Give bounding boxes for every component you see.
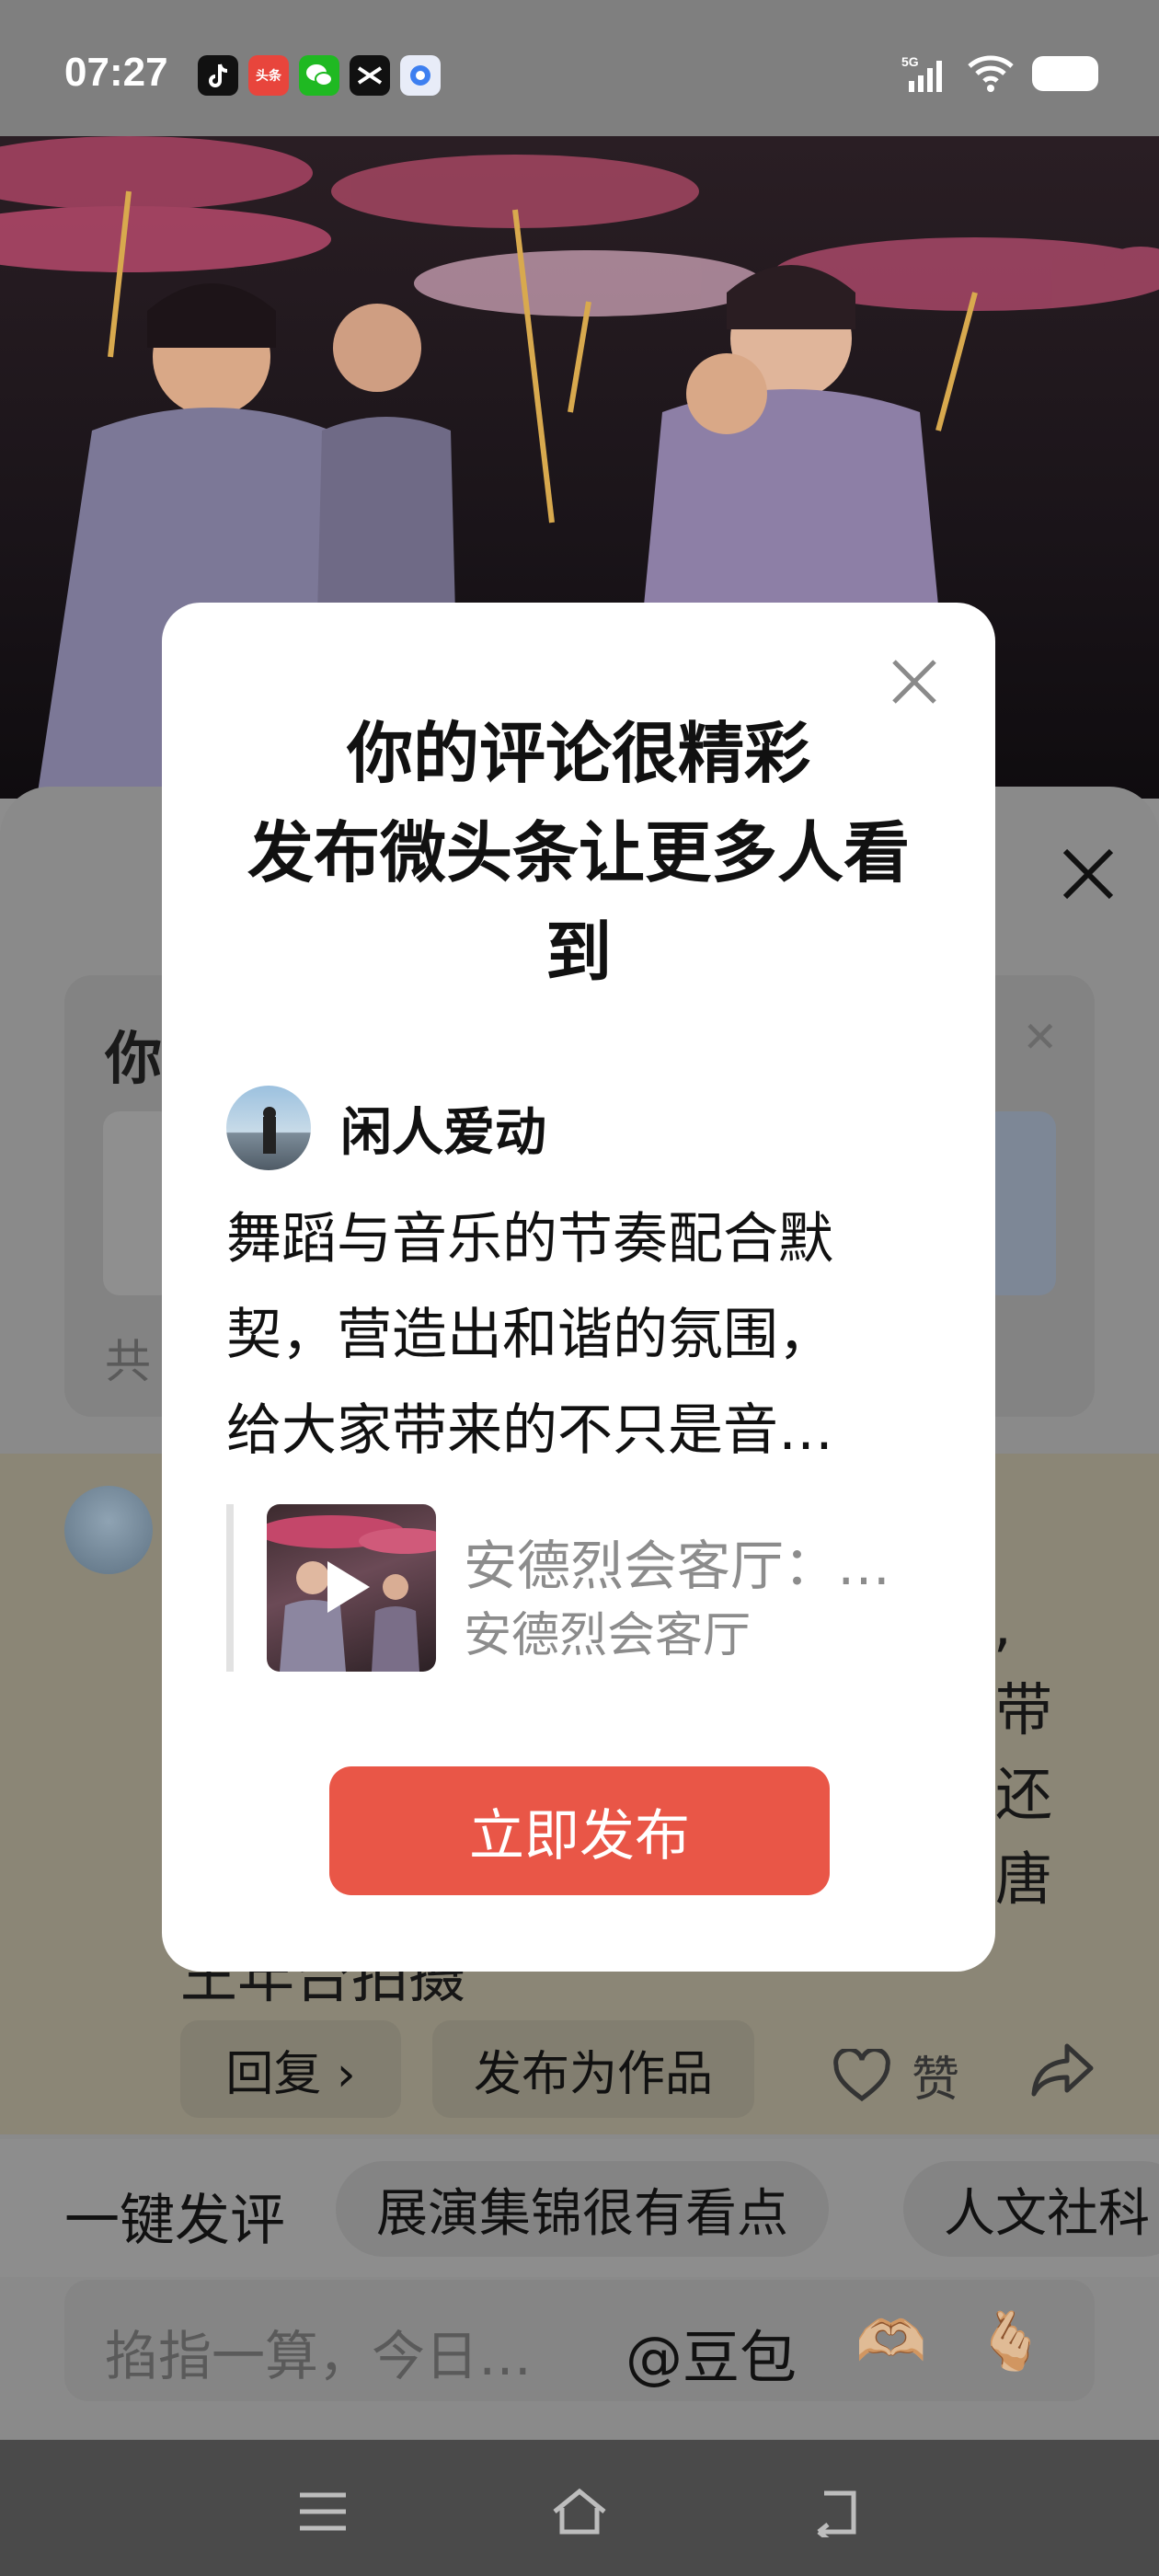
comment-fragment: 带 — [995, 1676, 1053, 1743]
referenced-video-author: 安德烈会客厅 — [464, 1608, 752, 1663]
battery-icon — [1032, 56, 1098, 91]
sheet-card-close-icon[interactable]: ✕ — [1022, 1012, 1058, 1062]
author-name: 闲人爱动 — [340, 1102, 546, 1163]
menu-icon[interactable] — [294, 2486, 351, 2537]
status-bar: 07:27 头条 5G — [0, 0, 1159, 136]
publish-now-button[interactable]: 立即发布 — [329, 1766, 830, 1895]
heart-icon — [833, 2048, 890, 2101]
publish-as-work-button[interactable]: 发布为作品 — [432, 2020, 754, 2118]
sheet-card-footer: 共 — [105, 1335, 151, 1388]
referenced-video-card[interactable]: 安德烈会客厅：… 安德烈会客厅 — [226, 1504, 951, 1672]
dialog-title: 你的评论很精彩 发布微头条让更多人看 到 — [247, 715, 910, 991]
status-time: 07:27 — [64, 50, 168, 95]
comment-input-placeholder: 掐指一算，今日… — [105, 2325, 533, 2387]
quick-comment-chip[interactable]: 人文社科 — [903, 2161, 1159, 2257]
tiktok-icon — [198, 55, 238, 96]
emoji-button[interactable]: 🫰🏼 — [975, 2307, 1046, 2375]
comment-fragment: , — [993, 1592, 1012, 1659]
publish-prompt-dialog: 你的评论很精彩 发布微头条让更多人看 到 闲人爱动 舞蹈与音乐的节奏配合默 契，… — [162, 603, 995, 1972]
referenced-video-title: 安德烈会客厅：… — [464, 1535, 891, 1597]
home-icon[interactable] — [551, 2486, 608, 2537]
comment-preview: 舞蹈与音乐的节奏配合默 契，营造出和谐的氛围， 给大家带来的不只是音… — [226, 1207, 833, 1463]
svg-text:5G: 5G — [901, 54, 919, 69]
video-thumbnail — [267, 1504, 436, 1672]
like-button[interactable]: 赞 — [832, 2041, 959, 2110]
toutiao-icon: 头条 — [248, 55, 289, 96]
play-icon — [327, 1561, 370, 1613]
sheet-card-title: 你 — [105, 1025, 163, 1092]
back-icon[interactable] — [808, 2486, 865, 2537]
author-avatar — [226, 1086, 311, 1170]
close-sheet-icon[interactable] — [1056, 842, 1120, 906]
wechat-icon — [299, 55, 339, 96]
system-nav-bar — [0, 2440, 1159, 2576]
share-icon[interactable] — [1030, 2041, 1095, 2099]
comment-fragment: 还 — [995, 1761, 1053, 1828]
comment-input[interactable]: 掐指一算，今日… @豆包 🫶🏼 🫰🏼 — [64, 2280, 1095, 2401]
comment-fragment: 唐 — [995, 1846, 1053, 1913]
wifi-icon — [968, 55, 1014, 92]
avatar[interactable] — [64, 1486, 153, 1574]
quick-comment-bar: 一键发评 展演集锦很有看点 人文社科 — [0, 2139, 1159, 2277]
emoji-button[interactable]: 🫶🏼 — [855, 2307, 926, 2375]
capcut-icon — [350, 55, 390, 96]
signal-5g-icon: 5G — [901, 54, 942, 92]
author-row: 闲人爱动 — [226, 1086, 546, 1170]
mention-doubao-button[interactable]: @豆包 — [625, 2311, 797, 2394]
reply-button[interactable]: 回复 › — [180, 2020, 401, 2118]
close-dialog-icon[interactable] — [889, 656, 940, 707]
quick-comment-chip[interactable]: 展演集锦很有看点 — [336, 2161, 829, 2257]
quick-comment-label: 一键发评 — [64, 2189, 285, 2253]
browser-icon — [400, 55, 441, 96]
